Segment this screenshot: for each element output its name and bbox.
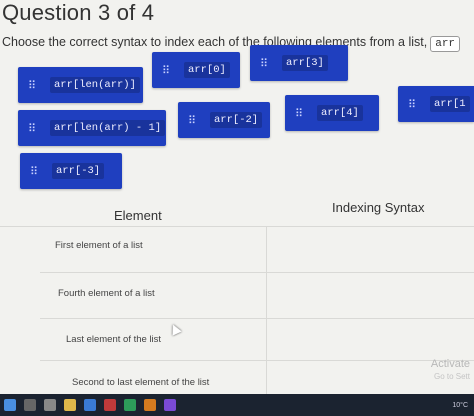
drag-handle-icon: ⠿ [295, 106, 304, 120]
chip-code: arr[1 [430, 96, 470, 112]
chip-code: arr[3] [282, 55, 328, 71]
activation-watermark-sub: Go to Sett [433, 372, 470, 381]
column-header-syntax: Indexing Syntax [332, 200, 425, 215]
drag-chip[interactable]: ⠿ arr[-2] [178, 102, 270, 138]
drag-chip[interactable]: ⠿ arr[4] [285, 95, 379, 131]
drag-chip[interactable]: ⠿ arr[len(arr) - 1] [18, 110, 166, 146]
chip-code: arr[-2] [210, 112, 263, 128]
taskbar: 10°C [0, 394, 474, 416]
prompt-code: arr [430, 36, 461, 52]
divider [40, 272, 474, 273]
task-view-icon[interactable] [44, 399, 56, 411]
table-row-label: Fourth element of a list [58, 288, 155, 299]
table-row-label: Last element of the list [66, 334, 162, 345]
drop-target[interactable] [268, 230, 474, 274]
browser-icon[interactable] [84, 399, 96, 411]
question-title: Question 3 of 4 [2, 0, 155, 25]
app-icon[interactable] [124, 399, 136, 411]
taskbar-temperature: 10°C [452, 401, 468, 409]
drag-handle-icon: ⠿ [188, 113, 197, 127]
windows-start-icon[interactable] [4, 399, 16, 411]
table-row-label: First element of a list [55, 240, 143, 251]
drag-chip[interactable]: ⠿ arr[3] [250, 45, 348, 81]
divider [0, 226, 474, 227]
table-row-label: Second to last element of the list [72, 377, 210, 388]
drag-handle-icon: ⠿ [28, 121, 37, 135]
drag-chip[interactable]: ⠿ arr[-3] [20, 153, 122, 189]
divider [266, 226, 267, 394]
search-icon[interactable] [24, 399, 36, 411]
divider [40, 360, 474, 361]
drag-handle-icon: ⠿ [408, 97, 417, 111]
drag-handle-icon: ⠿ [28, 78, 37, 92]
chip-code: arr[-3] [52, 163, 105, 179]
chip-code: arr[len(arr) - 1] [50, 120, 166, 136]
divider [40, 318, 474, 319]
app-icon[interactable] [164, 399, 176, 411]
chip-code: arr[0] [184, 62, 230, 78]
app-icon[interactable] [104, 399, 116, 411]
column-header-element: Element [114, 208, 162, 223]
chip-code: arr[4] [317, 105, 363, 121]
activation-watermark: Activate [430, 358, 470, 370]
mouse-cursor-icon [168, 322, 182, 336]
app-icon[interactable] [144, 399, 156, 411]
drop-target[interactable] [268, 276, 474, 320]
drag-chip[interactable]: ⠿ arr[0] [152, 52, 240, 88]
question-prompt: Choose the correct syntax to index each … [2, 35, 461, 52]
prompt-text: Choose the correct syntax to index each … [2, 35, 428, 49]
file-explorer-icon[interactable] [64, 399, 76, 411]
drag-handle-icon: ⠿ [162, 63, 171, 77]
drag-handle-icon: ⠿ [30, 164, 39, 178]
chip-code: arr[len(arr)] [50, 77, 140, 93]
drag-handle-icon: ⠿ [260, 56, 269, 70]
drag-chip[interactable]: ⠿ arr[1 [398, 86, 474, 122]
drag-chip[interactable]: ⠿ arr[len(arr)] [18, 67, 143, 103]
